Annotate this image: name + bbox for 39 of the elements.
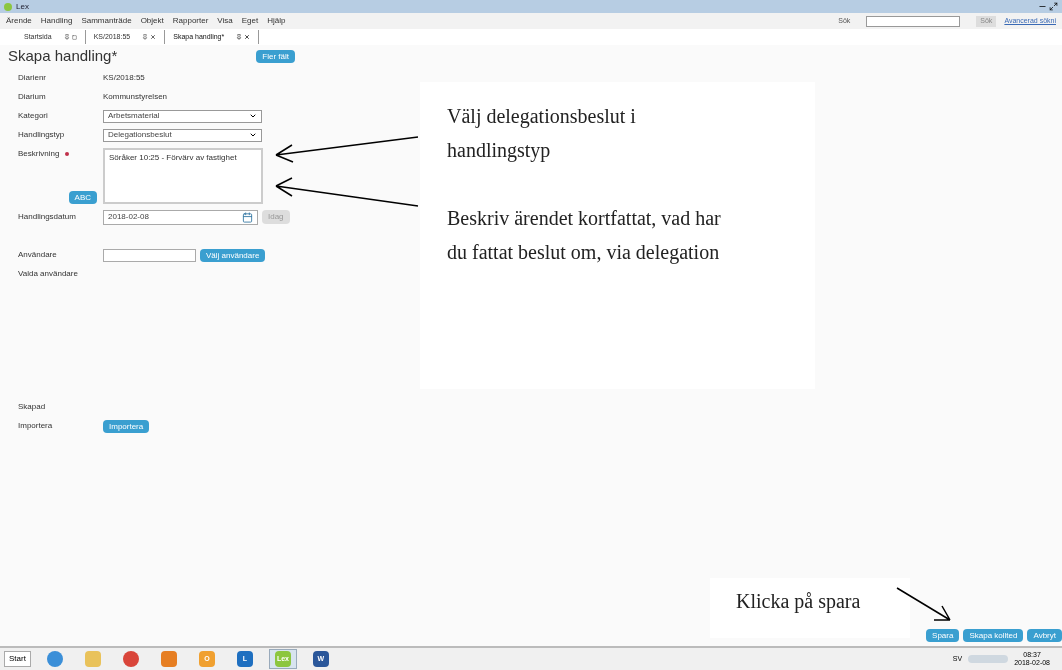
- field-value: KS/2018:55: [103, 72, 145, 84]
- callout-text: Beskriv ärendet kortfattat, vad har du fattat beslut om, via delegation: [447, 206, 722, 266]
- field-label: Användare: [18, 250, 57, 259]
- close-icon[interactable]: [244, 34, 251, 40]
- menu-item[interactable]: Rapporter: [172, 15, 209, 27]
- field-label: Diarienr: [18, 73, 46, 82]
- field-label: Handlingsdatum: [18, 212, 76, 221]
- page-title: Skapa handling*: [8, 46, 118, 66]
- menu-item[interactable]: Objekt: [140, 15, 164, 27]
- app-logo-icon: [4, 2, 12, 11]
- field-label: Importera: [18, 421, 53, 430]
- dropdown-caret-icon: [249, 112, 257, 120]
- close-icon[interactable]: [150, 34, 157, 40]
- field-label: Skapad: [18, 402, 46, 411]
- field-label: Handlingstyp: [18, 130, 65, 139]
- callout-text: Välj delegationsbeslut i handlingstyp: [447, 104, 637, 164]
- menu-item[interactable]: Ärende: [6, 15, 32, 27]
- menu-item[interactable]: Hjälp: [267, 15, 286, 27]
- dropdown-field[interactable]: Arbetsmaterial: [103, 109, 262, 123]
- menu-item[interactable]: Sammanträde: [81, 15, 132, 27]
- calendar-icon[interactable]: [242, 211, 253, 223]
- search-field[interactable]: [866, 15, 961, 27]
- arrow: [896, 587, 951, 621]
- field-value: Kommunstyrelsen: [103, 91, 168, 103]
- menu-item[interactable]: Visa: [217, 15, 233, 27]
- user-input[interactable]: [103, 248, 196, 262]
- field-label: Beskrivning: [18, 147, 60, 160]
- start-button[interactable]: Start: [4, 651, 31, 667]
- description-field[interactable]: Söråker 10:25 - Förvärv av fastighet: [103, 147, 263, 204]
- window-title: Lex: [16, 0, 29, 13]
- field-label: Valda användare: [18, 269, 78, 278]
- dropdown-field[interactable]: Delegationsbeslut: [103, 128, 262, 142]
- field-label: Kategori: [18, 111, 48, 120]
- callout-text: Klicka på spara: [736, 590, 861, 612]
- maximize-icon[interactable]: [1049, 2, 1058, 11]
- field-label: Diarium: [18, 92, 46, 101]
- menu-item[interactable]: Eget: [241, 15, 259, 27]
- menu-item[interactable]: Handling: [40, 15, 73, 27]
- dropdown-caret-icon: [249, 131, 257, 139]
